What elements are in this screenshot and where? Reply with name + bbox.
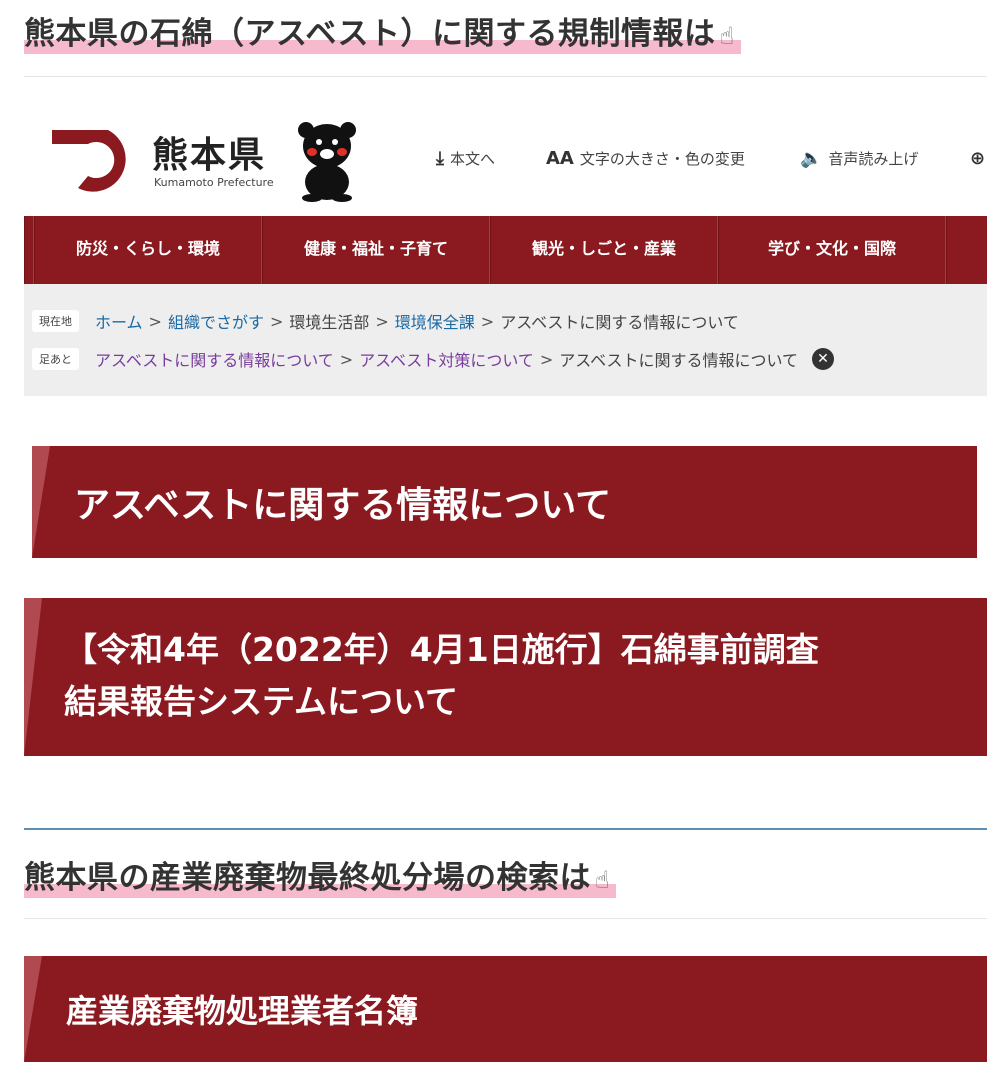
banner-text: 【令和4年（2022年）4月1日施行】石綿事前調査 結果報告システムについて xyxy=(64,624,819,728)
speaker-icon: 🔈 xyxy=(800,148,823,169)
history-link[interactable]: アスベスト対策について xyxy=(359,347,534,371)
skip-to-content-link[interactable]: ⤓ 本文へ xyxy=(436,148,495,169)
breadcrumb-link-org[interactable]: 組織でさがす xyxy=(168,309,264,333)
page-title-banner: アスベストに関する情報について xyxy=(32,446,977,558)
kumamon-mascot-icon xyxy=(298,122,356,202)
nav-spacer xyxy=(24,216,34,284)
section-heading-text: 熊本県の産業廃棄物最終処分場の検索は xyxy=(24,860,591,896)
global-nav: 防災・くらし・環境 健康・福祉・子育て 観光・しごと・産業 学び・文化・国際 ま xyxy=(24,216,987,284)
history-current: アスベストに関する情報について xyxy=(559,351,799,370)
font-size-icon: AA xyxy=(546,148,574,169)
breadcrumb-link-section[interactable]: 環境保全課 xyxy=(395,309,475,333)
logo-name[interactable]: 熊本県 xyxy=(152,126,266,178)
close-icon[interactable]: ✕ xyxy=(812,348,835,370)
breadcrumb-tag: 現在地 xyxy=(32,310,79,332)
nav-item-more[interactable]: ま xyxy=(946,216,987,284)
globe-icon[interactable]: ⊕ xyxy=(970,148,985,169)
history-tag: 足あと xyxy=(32,348,79,370)
logo-subtitle: Kumamoto Prefecture xyxy=(154,176,274,189)
divider xyxy=(24,918,987,919)
pointing-hand-icon: ☝ xyxy=(719,22,735,50)
kumamoto-logo-icon[interactable] xyxy=(48,126,134,192)
waste-handlers-banner[interactable]: 産業廃棄物処理業者名簿 xyxy=(24,956,987,1062)
banner-line-1: 【令和4年（2022年）4月1日施行】石綿事前調査 xyxy=(64,630,819,669)
site-header: 熊本県 Kumamoto Prefecture ⤓ 本文へ AA 文字の大きさ・… xyxy=(24,96,987,216)
history-link[interactable]: アスベストに関する情報について xyxy=(95,347,334,371)
util-label: 本文へ xyxy=(449,150,495,168)
breadcrumb-current: 現在地 ホーム > 組織でさがす > 環境生活部 > 環境保全課 > アスベスト… xyxy=(32,306,739,336)
banner-accent xyxy=(24,956,42,1062)
section-heading-landfill: 熊本県の産業廃棄物最終処分場の検索は ☝ xyxy=(24,856,617,900)
breadcrumb-area: 現在地 ホーム > 組織でさがす > 環境生活部 > 環境保全課 > アスベスト… xyxy=(24,284,987,396)
util-label: 音声読み上げ xyxy=(828,150,919,168)
section-heading-text: 熊本県の石綿（アスベスト）に関する規制情報は xyxy=(24,16,716,52)
nav-item-tourism[interactable]: 観光・しごと・産業 xyxy=(490,216,718,284)
banner-text: 産業廃棄物処理業者名簿 xyxy=(66,992,419,1030)
nav-item-culture[interactable]: 学び・文化・国際 xyxy=(718,216,946,284)
download-icon: ⤓ xyxy=(436,148,444,169)
banner-accent xyxy=(32,446,50,558)
breadcrumb-current-page: アスベストに関する情報について xyxy=(500,313,739,332)
report-system-banner[interactable]: 【令和4年（2022年）4月1日施行】石綿事前調査 結果報告システムについて xyxy=(24,598,987,756)
section-heading-asbestos: 熊本県の石綿（アスベスト）に関する規制情報は ☝ xyxy=(24,12,741,56)
page-title: アスベストに関する情報について xyxy=(74,485,612,526)
banner-accent xyxy=(24,598,42,756)
nav-item-health[interactable]: 健康・福祉・子育て xyxy=(262,216,490,284)
divider xyxy=(24,76,987,77)
breadcrumb-link-home[interactable]: ホーム xyxy=(95,309,143,333)
section-divider xyxy=(24,828,987,830)
breadcrumb-text-dept: 環境生活部 xyxy=(289,313,370,332)
font-size-color-link[interactable]: AA 文字の大きさ・色の変更 xyxy=(546,148,745,169)
breadcrumb-history: 足あと アスベストに関する情報について > アスベスト対策について > アスベス… xyxy=(32,344,835,374)
read-aloud-link[interactable]: 🔈 音声読み上げ xyxy=(800,148,918,169)
pointing-hand-icon: ☝ xyxy=(595,866,611,894)
nav-item-safety[interactable]: 防災・くらし・環境 xyxy=(34,216,262,284)
banner-line-2: 結果報告システムについて xyxy=(64,682,459,721)
util-label: 文字の大きさ・色の変更 xyxy=(579,150,745,168)
